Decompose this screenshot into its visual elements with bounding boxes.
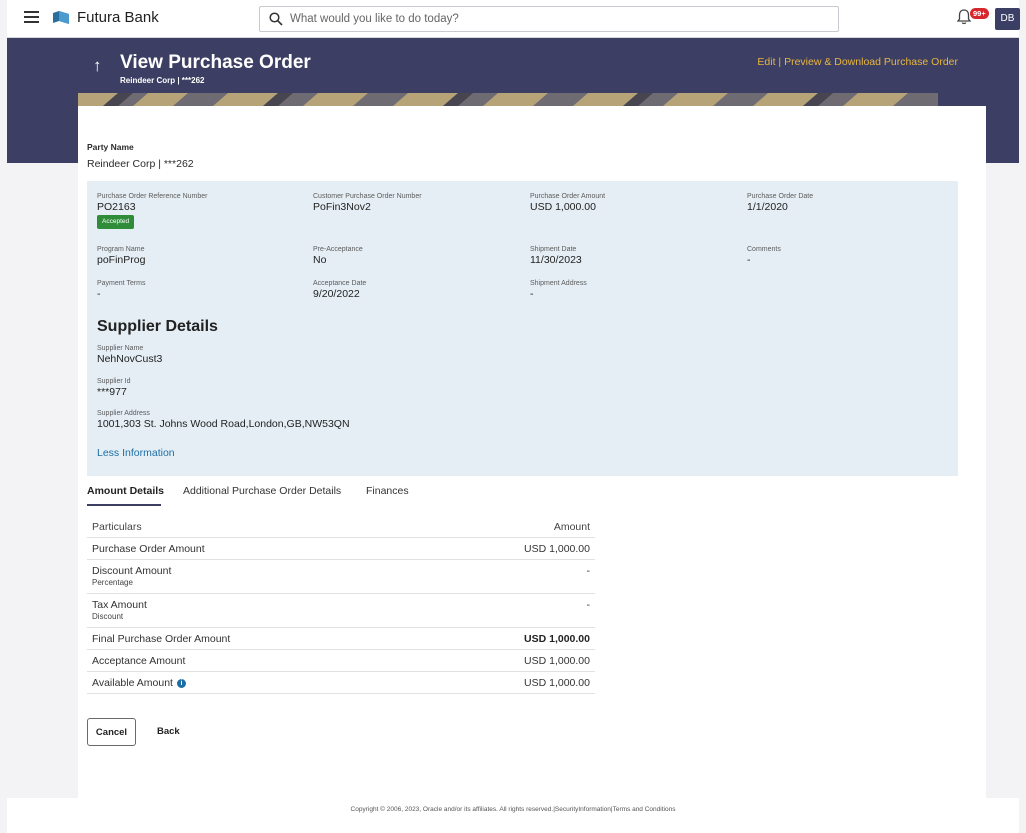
program-name-value: poFinProg: [97, 254, 146, 266]
tab-amount-details[interactable]: Amount Details: [87, 485, 164, 497]
po-amount-field: Purchase Order Amount USD 1,000.00: [530, 193, 605, 213]
row-label: Tax Amount: [92, 599, 147, 611]
supplier-address-field: Supplier Address 1001,303 St. Johns Wood…: [97, 410, 350, 430]
particulars-column-header: Particulars: [92, 521, 142, 533]
party-name-value: Reindeer Corp | ***262: [87, 158, 194, 170]
preview-download-link[interactable]: Preview & Download Purchase Order: [784, 56, 958, 68]
comments-value: -: [747, 254, 751, 266]
cancel-button[interactable]: Cancel: [87, 718, 136, 746]
acceptance-date-label: Acceptance Date: [313, 280, 367, 287]
page-subtitle: Reindeer Corp | ***262: [120, 76, 205, 85]
acceptance-date-field: Acceptance Date 9/20/2022: [313, 280, 366, 300]
row-label: Acceptance Amount: [92, 655, 186, 667]
payment-terms-label: Payment Terms: [97, 280, 146, 287]
back-button[interactable]: Back: [157, 726, 180, 737]
search-input[interactable]: [290, 9, 830, 29]
notification-bell-icon[interactable]: [957, 9, 971, 25]
page-actions: Edit | Preview & Download Purchase Order: [757, 56, 958, 68]
supplier-id-field: Supplier Id ***977: [97, 378, 130, 398]
po-date-field: Purchase Order Date 1/1/2020: [747, 193, 813, 213]
table-row: Acceptance Amount USD 1,000.00: [87, 650, 595, 672]
row-label: Discount Amount: [92, 565, 172, 577]
info-icon[interactable]: i: [176, 679, 186, 688]
supplier-name-field: Supplier Name NehNovCust3: [97, 345, 162, 365]
page-title: View Purchase Order: [120, 52, 311, 73]
brand-name[interactable]: Futura Bank: [77, 9, 159, 26]
customer-po-label: Customer Purchase Order Number: [313, 193, 422, 200]
table-row: Discount Amount Percentage -: [87, 560, 595, 594]
shipment-address-label: Shipment Address: [530, 280, 587, 287]
shipment-date-field: Shipment Date 11/30/2023: [530, 246, 582, 266]
footer-copyright: Copyright © 2006, 2023, Oracle and/or it…: [350, 806, 676, 813]
link-separator: |: [778, 56, 782, 68]
customer-po-field: Customer Purchase Order Number PoFin3Nov…: [313, 193, 422, 213]
comments-field: Comments -: [747, 246, 781, 266]
shipment-address-field: Shipment Address -: [530, 280, 587, 300]
search-icon: [269, 12, 283, 26]
row-label: Purchase Order Amount: [92, 543, 205, 555]
row-sublabel: Percentage: [92, 578, 133, 587]
po-reference-value: PO2163: [97, 201, 136, 213]
footer: [7, 798, 1019, 833]
supplier-details-heading: Supplier Details: [97, 318, 218, 335]
pre-acceptance-value: No: [313, 254, 327, 266]
table-row: Available Amount i USD 1,000.00: [87, 672, 595, 694]
row-amount: USD 1,000.00: [524, 677, 590, 689]
program-name-label: Program Name: [97, 246, 145, 253]
supplier-address-label: Supplier Address: [97, 410, 150, 417]
shipment-date-label: Shipment Date: [530, 246, 577, 253]
user-avatar[interactable]: DB: [995, 8, 1020, 30]
row-sublabel: Discount: [92, 612, 124, 621]
amount-details-table: Particulars Amount Purchase Order Amount…: [87, 516, 595, 694]
tab-additional-po-details[interactable]: Additional Purchase Order Details: [183, 485, 341, 497]
status-badge: Accepted: [97, 215, 135, 229]
po-amount-value: USD 1,000.00: [530, 201, 596, 213]
row-amount: USD 1,000.00: [524, 655, 590, 667]
top-header: Futura Bank 99+ DB: [7, 0, 1020, 38]
hamburger-menu-icon[interactable]: [24, 11, 39, 24]
supplier-name-value: NehNovCust3: [97, 353, 163, 365]
row-amount: -: [586, 599, 591, 611]
shipment-date-value: 11/30/2023: [530, 254, 582, 266]
table-row: Purchase Order Amount USD 1,000.00: [87, 538, 595, 560]
amount-column-header: Amount: [553, 521, 590, 533]
row-label: Available Amount: [92, 677, 173, 689]
supplier-address-value: 1001,303 St. Johns Wood Road,London,GB,N…: [97, 418, 350, 430]
shipment-address-value: -: [530, 288, 534, 300]
search-box[interactable]: [259, 6, 839, 32]
row-amount: -: [586, 565, 591, 577]
acceptance-date-value: 9/20/2022: [313, 288, 360, 300]
party-name-label: Party Name: [87, 142, 134, 152]
table-header-row: Particulars Amount: [87, 516, 595, 538]
pre-acceptance-label: Pre-Acceptance: [313, 246, 363, 253]
futura-bank-logo-icon: [53, 11, 69, 24]
less-information-link[interactable]: Less Information: [97, 447, 175, 459]
po-date-label: Purchase Order Date: [747, 193, 814, 200]
table-row: Tax Amount Discount -: [87, 594, 595, 628]
back-arrow-icon[interactable]: ↑: [93, 56, 102, 76]
po-reference-field: Purchase Order Reference Number PO2163: [97, 193, 208, 213]
supplier-id-value: ***977: [97, 386, 127, 398]
pre-acceptance-field: Pre-Acceptance No: [313, 246, 363, 266]
comments-label: Comments: [747, 246, 781, 253]
supplier-id-label: Supplier Id: [97, 378, 131, 385]
edit-link[interactable]: Edit: [757, 56, 775, 68]
payment-terms-value: -: [97, 288, 101, 300]
row-amount: USD 1,000.00: [524, 633, 590, 645]
po-date-value: 1/1/2020: [747, 201, 788, 213]
row-amount: USD 1,000.00: [524, 543, 590, 555]
decorative-pattern-strip: [78, 93, 938, 106]
table-row: Final Purchase Order Amount USD 1,000.00: [87, 628, 595, 650]
notification-count-badge: 99+: [970, 8, 989, 19]
row-label: Final Purchase Order Amount: [92, 633, 231, 645]
tab-finances[interactable]: Finances: [366, 485, 409, 497]
po-reference-label: Purchase Order Reference Number: [97, 193, 208, 200]
supplier-name-label: Supplier Name: [97, 345, 144, 352]
program-name-field: Program Name poFinProg: [97, 246, 145, 266]
active-tab-indicator: [87, 504, 161, 506]
po-amount-label: Purchase Order Amount: [530, 193, 606, 200]
customer-po-value: PoFin3Nov2: [313, 201, 371, 213]
payment-terms-field: Payment Terms -: [97, 280, 146, 300]
